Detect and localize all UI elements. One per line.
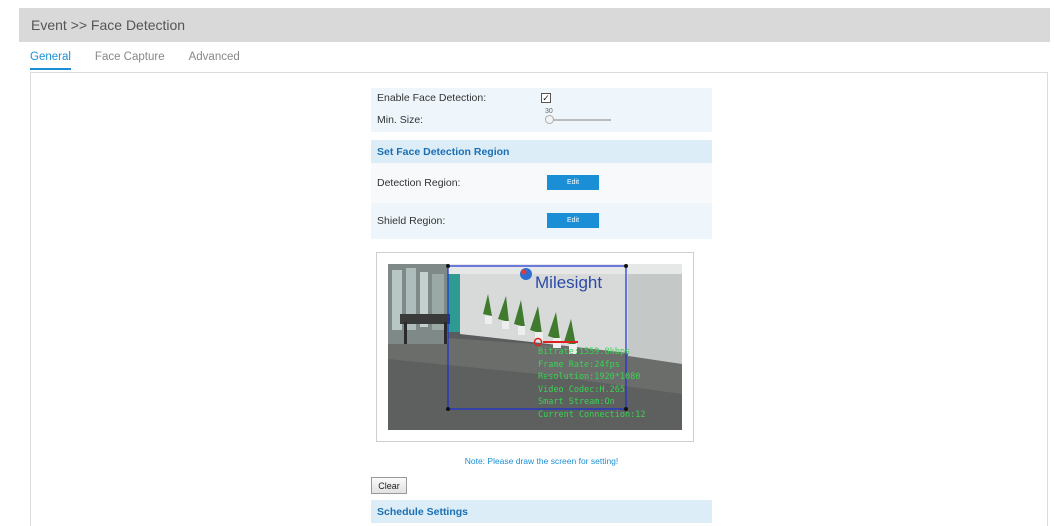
video-preview[interactable]: Milesight Bitrate:1559.8kbps Frame Rate:2…	[388, 264, 682, 430]
tab-advanced[interactable]: Advanced	[189, 50, 240, 68]
slider-track[interactable]	[549, 119, 611, 121]
slider-handle[interactable]	[545, 115, 554, 124]
breadcrumb-text: Event >> Face Detection	[31, 17, 186, 33]
detection-region-row: Detection Region:	[371, 163, 712, 203]
note-text: Note: Please draw the screen for setting…	[464, 456, 619, 466]
overlay-line: Video Codec:H.265	[538, 384, 625, 395]
shield-region-edit-button[interactable]: Edit	[547, 213, 599, 228]
schedule-section-header: Schedule Settings	[371, 500, 712, 523]
enable-face-detection-checkbox[interactable]: ✓	[541, 93, 551, 103]
tab-bar: General Face Capture Advanced	[30, 50, 264, 70]
video-overlay-text: Bitrate:1559.8kbps Frame Rate:24fps Resolu…	[538, 346, 645, 421]
region-section-header: Set Face Detection Region	[371, 140, 712, 163]
overlay-line: Current Connection:12	[538, 409, 646, 420]
min-size-slider[interactable]: 30	[545, 108, 615, 124]
milesight-logo-text: Milesight	[535, 273, 602, 292]
min-size-row: Min. Size:	[371, 108, 712, 132]
breadcrumb: Event >> Face Detection	[19, 8, 1050, 42]
detection-region-label: Detection Region:	[377, 177, 461, 189]
detection-region-edit-button[interactable]: Edit	[547, 175, 599, 190]
min-size-label: Min. Size:	[377, 114, 424, 126]
shield-region-row: Shield Region:	[371, 203, 712, 239]
tab-general[interactable]: General	[30, 50, 71, 70]
overlay-line: Frame Rate:24fps	[538, 359, 620, 370]
enable-face-detection-row: Enable Face Detection: ✓	[371, 88, 712, 108]
overlay-line: Bitrate:1559.8kbps	[538, 347, 631, 357]
min-size-value: 30	[545, 108, 553, 115]
shield-region-label: Shield Region:	[377, 215, 446, 227]
overlay-line: Resolution:1920*1080	[538, 372, 641, 382]
enable-face-detection-label: Enable Face Detection:	[377, 92, 487, 104]
tab-face-capture[interactable]: Face Capture	[95, 50, 165, 68]
overlay-line: Smart Stream:On	[538, 397, 615, 407]
region-section-title: Set Face Detection Region	[377, 145, 510, 158]
schedule-section-title: Schedule Settings	[377, 505, 469, 518]
clear-button[interactable]: Clear	[371, 477, 407, 494]
